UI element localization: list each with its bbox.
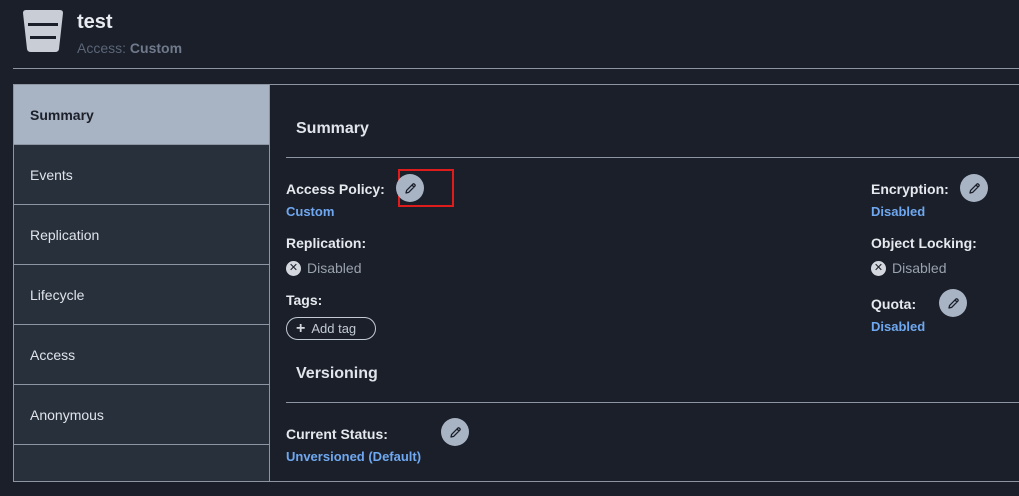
- access-subtitle: Access: Custom: [77, 40, 182, 56]
- header-divider: [13, 68, 1019, 69]
- object-locking-label: Object Locking:: [871, 235, 977, 251]
- object-locking-value: Disabled: [892, 260, 947, 276]
- pencil-icon: [968, 182, 980, 194]
- encryption-value[interactable]: Disabled: [871, 204, 925, 219]
- tags-label: Tags:: [286, 292, 323, 308]
- replication-status: ✕ Disabled: [286, 260, 361, 276]
- sidebar-item-label: Access: [30, 346, 76, 363]
- add-tag-label: Add tag: [311, 321, 357, 336]
- add-tag-button[interactable]: + Add tag: [286, 317, 376, 340]
- pencil-icon: [947, 297, 959, 309]
- sidebar-item-label: Events: [30, 166, 73, 183]
- versioning-title: Versioning: [296, 365, 378, 382]
- summary-content: Summary Access Policy: Custom Replicatio…: [270, 85, 1019, 481]
- access-policy-label: Access Policy:: [286, 181, 385, 197]
- bucket-panel: Summary Events Replication Lifecycle Acc…: [13, 84, 1019, 482]
- access-label: Access:: [77, 40, 127, 56]
- versioning-divider: [286, 402, 1019, 403]
- replication-value: Disabled: [307, 260, 362, 276]
- access-value: Custom: [129, 40, 183, 56]
- sidebar-item-replication[interactable]: Replication: [14, 205, 269, 265]
- page-title: test: [77, 11, 113, 33]
- edit-versioning-button[interactable]: [441, 418, 469, 446]
- edit-access-policy-button[interactable]: [396, 174, 424, 202]
- bucket-icon: [22, 9, 64, 53]
- sidebar-item-label: Replication: [30, 226, 100, 243]
- current-status-label: Current Status:: [286, 426, 388, 442]
- sidebar-item-label: Anonymous: [30, 406, 104, 423]
- encryption-label: Encryption:: [871, 181, 949, 197]
- quota-label: Quota:: [871, 296, 917, 312]
- sidebar-item-events[interactable]: Events: [14, 145, 269, 205]
- plus-icon: +: [296, 319, 306, 337]
- sidebar-item-anonymous[interactable]: Anonymous: [14, 385, 269, 445]
- x-circle-icon: ✕: [871, 260, 886, 276]
- summary-divider: [286, 157, 1019, 158]
- sidebar-item-summary[interactable]: Summary: [14, 85, 269, 145]
- quota-value[interactable]: Disabled: [871, 319, 925, 334]
- sidebar-item-lifecycle[interactable]: Lifecycle: [14, 265, 269, 325]
- summary-title: Summary: [296, 120, 369, 137]
- edit-encryption-button[interactable]: [960, 174, 988, 202]
- current-status-value[interactable]: Unversioned (Default): [286, 449, 421, 464]
- access-policy-value[interactable]: Custom: [286, 204, 334, 219]
- sidebar-item-label: Lifecycle: [30, 286, 85, 303]
- sidebar-item-label: Summary: [30, 106, 94, 123]
- pencil-icon: [404, 182, 416, 194]
- object-locking-status: ✕ Disabled: [871, 260, 946, 276]
- replication-label: Replication:: [286, 235, 367, 251]
- edit-quota-button[interactable]: [939, 289, 967, 317]
- sidebar-item-access[interactable]: Access: [14, 325, 269, 385]
- x-circle-icon: ✕: [286, 260, 301, 276]
- sidebar: Summary Events Replication Lifecycle Acc…: [14, 85, 270, 481]
- pencil-icon: [449, 426, 461, 438]
